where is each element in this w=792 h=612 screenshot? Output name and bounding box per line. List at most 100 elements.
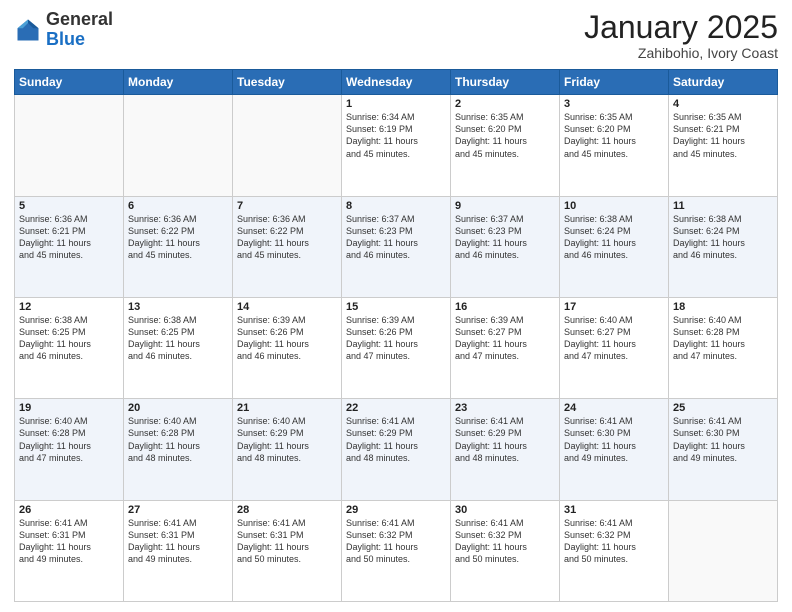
day-info: Sunrise: 6:37 AM Sunset: 6:23 PM Dayligh…: [346, 213, 446, 262]
day-number: 4: [673, 98, 773, 110]
logo-blue-text: Blue: [46, 29, 85, 49]
weekday-header-tuesday: Tuesday: [233, 70, 342, 95]
day-info: Sunrise: 6:41 AM Sunset: 6:32 PM Dayligh…: [346, 517, 446, 566]
day-info: Sunrise: 6:41 AM Sunset: 6:29 PM Dayligh…: [455, 415, 555, 464]
calendar-cell: [233, 95, 342, 196]
day-number: 7: [237, 200, 337, 212]
day-info: Sunrise: 6:37 AM Sunset: 6:23 PM Dayligh…: [455, 213, 555, 262]
day-info: Sunrise: 6:38 AM Sunset: 6:25 PM Dayligh…: [128, 314, 228, 363]
calendar-cell: 11Sunrise: 6:38 AM Sunset: 6:24 PM Dayli…: [669, 196, 778, 297]
calendar-cell: 15Sunrise: 6:39 AM Sunset: 6:26 PM Dayli…: [342, 297, 451, 398]
header: General Blue January 2025 Zahibohio, Ivo…: [14, 10, 778, 61]
calendar-cell: 25Sunrise: 6:41 AM Sunset: 6:30 PM Dayli…: [669, 399, 778, 500]
title-block: January 2025 Zahibohio, Ivory Coast: [584, 10, 778, 61]
day-info: Sunrise: 6:36 AM Sunset: 6:21 PM Dayligh…: [19, 213, 119, 262]
calendar-cell: 4Sunrise: 6:35 AM Sunset: 6:21 PM Daylig…: [669, 95, 778, 196]
day-number: 1: [346, 98, 446, 110]
day-info: Sunrise: 6:39 AM Sunset: 6:27 PM Dayligh…: [455, 314, 555, 363]
calendar-cell: 7Sunrise: 6:36 AM Sunset: 6:22 PM Daylig…: [233, 196, 342, 297]
day-info: Sunrise: 6:41 AM Sunset: 6:31 PM Dayligh…: [237, 517, 337, 566]
day-number: 19: [19, 402, 119, 414]
day-info: Sunrise: 6:36 AM Sunset: 6:22 PM Dayligh…: [237, 213, 337, 262]
day-number: 29: [346, 504, 446, 516]
calendar-cell: [669, 500, 778, 601]
day-number: 14: [237, 301, 337, 313]
day-info: Sunrise: 6:40 AM Sunset: 6:28 PM Dayligh…: [128, 415, 228, 464]
calendar-cell: 18Sunrise: 6:40 AM Sunset: 6:28 PM Dayli…: [669, 297, 778, 398]
calendar-cell: 10Sunrise: 6:38 AM Sunset: 6:24 PM Dayli…: [560, 196, 669, 297]
calendar-cell: 17Sunrise: 6:40 AM Sunset: 6:27 PM Dayli…: [560, 297, 669, 398]
day-info: Sunrise: 6:38 AM Sunset: 6:25 PM Dayligh…: [19, 314, 119, 363]
calendar-cell: 13Sunrise: 6:38 AM Sunset: 6:25 PM Dayli…: [124, 297, 233, 398]
calendar-cell: 19Sunrise: 6:40 AM Sunset: 6:28 PM Dayli…: [15, 399, 124, 500]
logo-general-text: General: [46, 9, 113, 29]
day-info: Sunrise: 6:38 AM Sunset: 6:24 PM Dayligh…: [564, 213, 664, 262]
day-info: Sunrise: 6:41 AM Sunset: 6:30 PM Dayligh…: [673, 415, 773, 464]
calendar-cell: 2Sunrise: 6:35 AM Sunset: 6:20 PM Daylig…: [451, 95, 560, 196]
calendar-cell: 27Sunrise: 6:41 AM Sunset: 6:31 PM Dayli…: [124, 500, 233, 601]
day-number: 12: [19, 301, 119, 313]
weekday-header-sunday: Sunday: [15, 70, 124, 95]
day-info: Sunrise: 6:41 AM Sunset: 6:29 PM Dayligh…: [346, 415, 446, 464]
day-number: 9: [455, 200, 555, 212]
day-info: Sunrise: 6:34 AM Sunset: 6:19 PM Dayligh…: [346, 111, 446, 160]
calendar-cell: 20Sunrise: 6:40 AM Sunset: 6:28 PM Dayli…: [124, 399, 233, 500]
weekday-header-row: SundayMondayTuesdayWednesdayThursdayFrid…: [15, 70, 778, 95]
week-row-4: 26Sunrise: 6:41 AM Sunset: 6:31 PM Dayli…: [15, 500, 778, 601]
day-number: 13: [128, 301, 228, 313]
page: General Blue January 2025 Zahibohio, Ivo…: [0, 0, 792, 612]
day-info: Sunrise: 6:40 AM Sunset: 6:28 PM Dayligh…: [673, 314, 773, 363]
day-info: Sunrise: 6:40 AM Sunset: 6:27 PM Dayligh…: [564, 314, 664, 363]
day-info: Sunrise: 6:35 AM Sunset: 6:20 PM Dayligh…: [564, 111, 664, 160]
calendar-cell: 16Sunrise: 6:39 AM Sunset: 6:27 PM Dayli…: [451, 297, 560, 398]
calendar-cell: [15, 95, 124, 196]
day-number: 11: [673, 200, 773, 212]
calendar-cell: 14Sunrise: 6:39 AM Sunset: 6:26 PM Dayli…: [233, 297, 342, 398]
calendar-cell: 12Sunrise: 6:38 AM Sunset: 6:25 PM Dayli…: [15, 297, 124, 398]
calendar-cell: 28Sunrise: 6:41 AM Sunset: 6:31 PM Dayli…: [233, 500, 342, 601]
day-number: 28: [237, 504, 337, 516]
day-number: 26: [19, 504, 119, 516]
day-info: Sunrise: 6:41 AM Sunset: 6:31 PM Dayligh…: [19, 517, 119, 566]
day-number: 30: [455, 504, 555, 516]
day-info: Sunrise: 6:38 AM Sunset: 6:24 PM Dayligh…: [673, 213, 773, 262]
calendar-cell: 22Sunrise: 6:41 AM Sunset: 6:29 PM Dayli…: [342, 399, 451, 500]
logo-text: General Blue: [46, 10, 113, 50]
logo-icon: [14, 16, 42, 44]
calendar-cell: 5Sunrise: 6:36 AM Sunset: 6:21 PM Daylig…: [15, 196, 124, 297]
calendar-cell: 3Sunrise: 6:35 AM Sunset: 6:20 PM Daylig…: [560, 95, 669, 196]
day-info: Sunrise: 6:41 AM Sunset: 6:32 PM Dayligh…: [455, 517, 555, 566]
day-number: 24: [564, 402, 664, 414]
day-info: Sunrise: 6:35 AM Sunset: 6:20 PM Dayligh…: [455, 111, 555, 160]
day-info: Sunrise: 6:39 AM Sunset: 6:26 PM Dayligh…: [237, 314, 337, 363]
month-title: January 2025: [584, 10, 778, 45]
calendar-cell: 29Sunrise: 6:41 AM Sunset: 6:32 PM Dayli…: [342, 500, 451, 601]
calendar-cell: 24Sunrise: 6:41 AM Sunset: 6:30 PM Dayli…: [560, 399, 669, 500]
day-info: Sunrise: 6:39 AM Sunset: 6:26 PM Dayligh…: [346, 314, 446, 363]
day-number: 8: [346, 200, 446, 212]
week-row-2: 12Sunrise: 6:38 AM Sunset: 6:25 PM Dayli…: [15, 297, 778, 398]
day-number: 22: [346, 402, 446, 414]
week-row-1: 5Sunrise: 6:36 AM Sunset: 6:21 PM Daylig…: [15, 196, 778, 297]
day-number: 17: [564, 301, 664, 313]
calendar-table: SundayMondayTuesdayWednesdayThursdayFrid…: [14, 69, 778, 602]
week-row-3: 19 Sunrise: 6:40 AM Sunset: 6:28 PM Dayli…: [15, 399, 778, 500]
calendar-cell: 30Sunrise: 6:41 AM Sunset: 6:32 PM Dayli…: [451, 500, 560, 601]
calendar-cell: 21Sunrise: 6:40 AM Sunset: 6:29 PM Dayli…: [233, 399, 342, 500]
day-number: 15: [346, 301, 446, 313]
logo: General Blue: [14, 10, 113, 50]
day-info: Sunrise: 6:40 AM Sunset: 6:29 PM Dayligh…: [237, 415, 337, 464]
day-info: Sunrise: 6:41 AM Sunset: 6:31 PM Dayligh…: [128, 517, 228, 566]
calendar-cell: 6Sunrise: 6:36 AM Sunset: 6:22 PM Daylig…: [124, 196, 233, 297]
day-number: 10: [564, 200, 664, 212]
location-subtitle: Zahibohio, Ivory Coast: [584, 45, 778, 61]
day-info: Sunrise: 6:41 AM Sunset: 6:32 PM Dayligh…: [564, 517, 664, 566]
day-number: 2: [455, 98, 555, 110]
day-number: 5: [19, 200, 119, 212]
calendar-cell: 26Sunrise: 6:41 AM Sunset: 6:31 PM Dayli…: [15, 500, 124, 601]
day-number: 31: [564, 504, 664, 516]
day-number: 16: [455, 301, 555, 313]
weekday-header-friday: Friday: [560, 70, 669, 95]
day-number: 6: [128, 200, 228, 212]
day-number: 23: [455, 402, 555, 414]
